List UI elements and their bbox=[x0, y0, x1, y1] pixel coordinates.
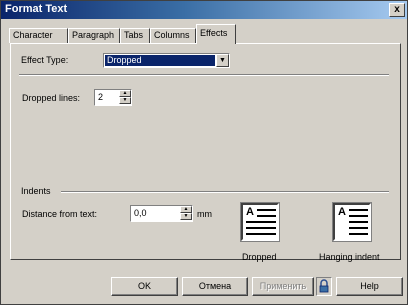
distance-stepper[interactable]: 0,0 ▲ ▼ bbox=[130, 205, 193, 222]
tab-columns[interactable]: Columns bbox=[150, 28, 196, 43]
lock-icon[interactable] bbox=[316, 277, 332, 296]
tab-tabs[interactable]: Tabs bbox=[120, 28, 150, 43]
title-bar: Format Text x bbox=[1, 1, 407, 19]
cancel-button[interactable]: Отмена bbox=[182, 277, 248, 296]
close-button[interactable]: x bbox=[389, 3, 405, 17]
dropped-lines-stepper[interactable]: 2 ▲ ▼ bbox=[94, 89, 132, 106]
down-arrow-icon[interactable]: ▼ bbox=[180, 213, 192, 220]
tab-paragraph[interactable]: Paragraph bbox=[68, 28, 120, 43]
hanging-preview-label: Hanging indent bbox=[319, 252, 380, 262]
indents-label: Indents bbox=[21, 186, 51, 196]
hanging-preview-letter: A bbox=[338, 206, 346, 218]
format-text-dialog: Format Text x Character Paragraph Tabs C… bbox=[0, 0, 408, 305]
ok-button[interactable]: OK bbox=[111, 277, 178, 296]
effect-type-value: Dropped bbox=[105, 55, 215, 66]
up-arrow-icon[interactable]: ▲ bbox=[180, 206, 192, 213]
distance-value: 0,0 bbox=[134, 208, 147, 218]
dropped-preview[interactable]: A bbox=[241, 203, 279, 241]
effect-type-select[interactable]: Dropped ▼ bbox=[103, 53, 230, 68]
dropped-lines-value: 2 bbox=[98, 92, 104, 102]
down-arrow-icon[interactable]: ▼ bbox=[119, 97, 131, 104]
chevron-down-icon[interactable]: ▼ bbox=[216, 54, 229, 67]
indents-divider bbox=[61, 191, 389, 193]
tab-effects[interactable]: Effects bbox=[196, 24, 236, 44]
dropped-preview-letter: A bbox=[246, 206, 254, 218]
distance-unit: mm bbox=[197, 209, 212, 219]
up-arrow-icon[interactable]: ▲ bbox=[119, 90, 131, 97]
distance-label: Distance from text: bbox=[22, 209, 98, 219]
apply-button[interactable]: Применить bbox=[252, 277, 314, 296]
window-title: Format Text bbox=[5, 3, 68, 15]
dropped-lines-label: Dropped lines: bbox=[22, 93, 81, 103]
dropped-preview-label: Dropped bbox=[242, 252, 277, 262]
divider bbox=[19, 74, 389, 76]
effect-type-label: Effect Type: bbox=[21, 55, 69, 65]
tab-character[interactable]: Character bbox=[9, 28, 68, 43]
help-button[interactable]: Help bbox=[336, 277, 403, 296]
hanging-indent-preview[interactable]: A bbox=[333, 203, 371, 241]
